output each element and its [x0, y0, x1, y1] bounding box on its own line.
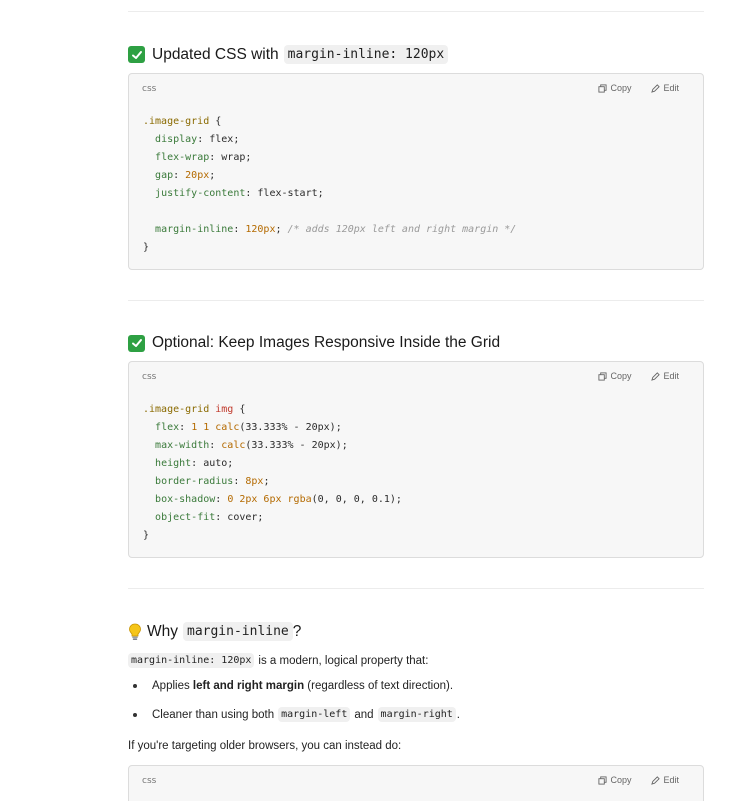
list-item: Applies left and right margin (regardles…	[128, 680, 453, 692]
edit-button[interactable]: Edit	[651, 775, 679, 785]
code-language-label: css	[142, 372, 157, 382]
paragraph: If you're targeting older browsers, you …	[128, 740, 401, 752]
copy-button[interactable]: Copy	[598, 83, 631, 93]
heading-text: Optional: Keep Images Responsive Inside …	[152, 334, 501, 351]
list-item-text: .	[456, 708, 460, 721]
edit-icon	[651, 371, 661, 381]
heading-text: Why	[147, 622, 178, 640]
edit-label: Edit	[663, 83, 679, 93]
code-block-3: css Copy Edit	[128, 765, 704, 801]
check-mark-icon	[128, 334, 145, 352]
light-bulb-icon	[129, 623, 141, 640]
divider	[128, 11, 704, 12]
copy-button[interactable]: Copy	[598, 371, 631, 381]
copy-label: Copy	[610, 371, 632, 381]
edit-button[interactable]: Edit	[651, 371, 679, 381]
code-actions: Copy Edit	[598, 371, 679, 381]
list-item: Cleaner than using both margin-left and …	[128, 707, 460, 722]
check-mark-icon	[128, 46, 145, 63]
divider	[128, 300, 704, 301]
edit-button[interactable]: Edit	[651, 83, 679, 93]
code-actions: Copy Edit	[598, 83, 679, 93]
code-actions: Copy Edit	[598, 775, 679, 785]
section-heading-updated-css: Updated CSS with margin-inline: 120px	[128, 45, 449, 64]
list-item-text: Cleaner than using both	[152, 708, 275, 721]
code-block-2: css Copy Edit .image-grid img { flex: 1 …	[128, 361, 704, 558]
list-item-bold: left and right margin	[192, 680, 305, 692]
bullet-dot	[133, 684, 137, 688]
code-block-1: css Copy Edit .image-grid { display: fle…	[128, 73, 704, 270]
code-language-label: css	[142, 84, 157, 94]
edit-icon	[651, 775, 661, 785]
copy-label: Copy	[610, 775, 632, 785]
inline-code: margin-inline: 120px	[128, 653, 255, 668]
paragraph-text: is a modern, logical property that:	[258, 654, 429, 667]
heading-inline-code: margin-inline	[183, 622, 293, 641]
heading-text: Updated CSS with	[152, 45, 279, 63]
list-item-text: and	[354, 708, 374, 721]
section-heading-optional: Optional: Keep Images Responsive Inside …	[128, 334, 500, 352]
edit-label: Edit	[663, 775, 679, 785]
copy-button[interactable]: Copy	[598, 775, 631, 785]
inline-code: margin-right	[377, 707, 456, 722]
code-content: .image-grid img { flex: 1 1 calc(33.333%…	[143, 404, 402, 541]
divider	[128, 588, 704, 589]
list-item-text: (regardless of text direction).	[304, 680, 454, 692]
copy-icon	[598, 371, 608, 381]
inline-code: margin-left	[278, 707, 351, 722]
section-heading-why: Why margin-inline ?	[128, 622, 301, 641]
code-content: .image-grid { display: flex; flex-wrap: …	[143, 116, 517, 253]
paragraph: margin-inline: 120px is a modern, logica…	[128, 653, 428, 668]
copy-icon	[598, 83, 608, 93]
bullet-dot	[133, 712, 137, 717]
paragraph-text: If you're targeting older browsers, you …	[128, 740, 402, 752]
code-language-label: css	[142, 776, 157, 786]
edit-icon	[651, 83, 661, 93]
copy-icon	[598, 775, 608, 785]
heading-suffix: ?	[292, 622, 302, 640]
list-item-text: Applies	[152, 680, 193, 692]
edit-label: Edit	[663, 371, 679, 381]
copy-label: Copy	[610, 83, 632, 93]
heading-inline-code: margin-inline: 120px	[283, 45, 449, 64]
